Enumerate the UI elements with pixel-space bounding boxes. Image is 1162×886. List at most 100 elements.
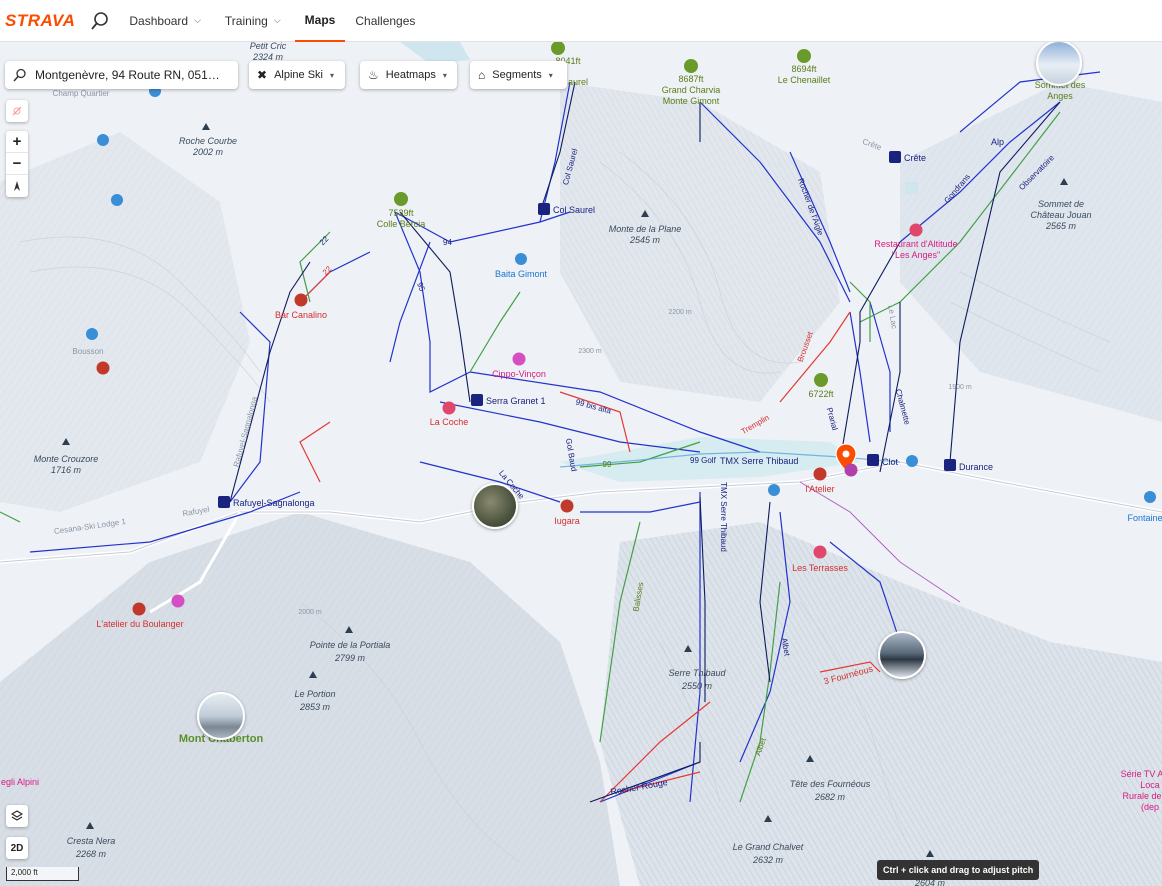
label-monte-crouzore-elev: 1716 m (50, 465, 82, 475)
label-la-coche: La Coche (429, 417, 469, 427)
label-chenaillet-elev: 8694ft (791, 64, 817, 74)
compass-reset-button[interactable] (6, 100, 28, 122)
label-contour-1900: 1900 m (948, 384, 972, 391)
app-root: STRAVA Dashboard ⌵ Training ⌵ Maps Challen… (0, 0, 1162, 886)
label-serie-tv-2: Loca (1140, 780, 1160, 790)
photo-marker[interactable] (472, 483, 518, 529)
label-hut-6722: 6722ft (808, 389, 834, 399)
heatmaps-label: Heatmaps (385, 69, 436, 81)
view-2d-button[interactable]: 2D (6, 837, 28, 859)
zoom-out-button[interactable]: − (6, 153, 28, 175)
label-roche-courbe: Roche Courbe (178, 136, 238, 146)
label-run-94: 94 (443, 238, 452, 247)
label-run-99: 99 (602, 460, 612, 469)
label-bousson: Bousson (72, 347, 104, 356)
layers-icon (11, 810, 23, 821)
label-grand-chalvet-elev: 2632 m (752, 855, 784, 865)
label-contour-2300: 2300 m (578, 348, 602, 355)
label-monte-crouzore: Monte Crouzore (33, 454, 99, 464)
label-les-terrasses: Les Terrasses (792, 563, 848, 573)
label-alp-lift: Alp (991, 137, 1005, 147)
label-monte-plane: Monte de la Plane (608, 224, 682, 234)
compass-icon (14, 181, 20, 191)
photo-marker[interactable] (878, 631, 926, 679)
label-le-portion: Le Portion (294, 689, 336, 699)
label-tete-fourneous-elev: 2682 m (814, 792, 846, 802)
label-restaurant-anges-2: "Les Anges" (891, 250, 941, 260)
location-search-input[interactable]: Montgenèvre, 94 Route RN, 051… (5, 61, 238, 89)
label-chateau-jouan-elev: 2565 m (1045, 221, 1077, 231)
zoom-in-button[interactable]: + (6, 131, 28, 153)
label-crete-lift: Crête (904, 153, 927, 163)
label-grand-chalvet: Le Grand Chalvet (732, 842, 804, 852)
top-nav: STRAVA Dashboard ⌵ Training ⌵ Maps Challen… (0, 0, 1162, 42)
label-restaurant-anges: Restaurant d'Altitude (874, 239, 958, 249)
label-tete-fourneous: Tête des Fournéous (789, 779, 871, 789)
label-le-portion-elev: 2853 m (299, 702, 331, 712)
nav-maps[interactable]: Maps (294, 0, 346, 42)
scale-bar: 2,000 ft (6, 867, 79, 881)
label-degli-alpini: egli Alpini (0, 777, 40, 787)
label-colle-bercia-elev: 7539ft (388, 208, 414, 218)
photo-marker[interactable] (1036, 42, 1082, 86)
label-serra-granet: Serra Granet 1 (486, 396, 546, 406)
north-arrow-button[interactable] (6, 175, 28, 197)
heatmap-icon: ♨ (368, 68, 379, 82)
chevron-down-icon: ▾ (548, 70, 553, 80)
label-serie-tv-4: (dep (1140, 802, 1160, 812)
label-colle-bercia: Colle Bercia (376, 219, 426, 229)
nav-training-label: Training (224, 13, 268, 28)
label-pointe-portiala: Pointe de la Portiala (309, 640, 391, 650)
nav-maps-label: Maps (304, 12, 336, 27)
label-contour-2200: 2200 m (668, 309, 692, 316)
label-monte-gimont: Monte Gimont (662, 96, 720, 106)
label-grand-charvia: Grand Charvia (661, 85, 721, 95)
chevron-down-icon: ▾ (329, 70, 334, 80)
segments-label: Segments (492, 69, 542, 81)
strava-logo[interactable]: STRAVA (5, 11, 75, 31)
location-pin-icon[interactable] (834, 443, 858, 477)
label-cippo-vincon: Cippo-Vinçon (492, 369, 546, 379)
label-tmx-serre-thibaud: TMX Serre Thibaud (720, 456, 799, 466)
label-col-saurel: Col Saurel (553, 205, 596, 215)
label-run-99-golf: 99 Golf (690, 456, 716, 465)
label-baita-gimont: Baita Gimont (494, 269, 548, 279)
label-chenaillet: Le Chenaillet (777, 75, 831, 85)
search-icon (13, 68, 26, 82)
nav-challenges[interactable]: Challenges (345, 0, 425, 42)
label-tmx-serre-thibaud-run: TMX Serre Thibaud (718, 482, 728, 552)
sport-type-dropdown[interactable]: ✖ Alpine Ski ▾ (249, 61, 345, 89)
search-icon[interactable] (89, 10, 111, 32)
layers-button[interactable] (6, 805, 28, 827)
label-contour-2000: 2000 m (298, 609, 322, 616)
photo-marker[interactable] (197, 692, 245, 740)
chevron-down-icon: ▾ (442, 70, 447, 80)
label-cresta-nera: Cresta Nera (66, 836, 116, 846)
map-canvas[interactable]: Montgenèvre, 94 Route RN, 051… ✖ Alpine S… (0, 42, 1162, 886)
label-bar-canalino: Bar Canalino (274, 310, 328, 320)
label-serre-thibaud-elev: 2550 m (681, 681, 713, 691)
label-cresta-nera-elev: 2268 m (75, 849, 107, 859)
label-chateau-jouan-2: Château Jouan (1030, 210, 1092, 220)
label-sommet-anges-2: Anges (1047, 91, 1073, 101)
label-atelier: l'Atelier (805, 484, 835, 494)
label-roche-courbe-elev: 2002 m (192, 147, 224, 157)
label-iugara: Iugara (554, 516, 580, 526)
location-search-value: Montgenèvre, 94 Route RN, 051… (35, 68, 220, 82)
label-hut-top-name: aurel (567, 77, 589, 87)
label-durance: Durance (959, 462, 994, 472)
chevron-down-icon: ⌵ (273, 15, 281, 25)
compass-off-icon (12, 106, 22, 116)
segments-dropdown[interactable]: ⌂ Segments ▾ (470, 61, 567, 89)
label-chateau-jouan: Sommet de (1037, 199, 1085, 209)
heatmaps-dropdown[interactable]: ♨ Heatmaps ▾ (360, 61, 457, 89)
nav-training[interactable]: Training ⌵ (215, 0, 291, 42)
label-clot: Clot (882, 457, 899, 467)
label-charvia-elev: 8687ft (678, 74, 704, 84)
label-serie-tv-3: Rurale de (1122, 791, 1162, 801)
sport-type-label: Alpine Ski (274, 69, 323, 81)
label-serre-thibaud: Serre Thibaud (668, 668, 726, 678)
label-rafuyel-sagnalonga-lift: Rafuyel-Sagnalonga (233, 498, 315, 508)
nav-dashboard[interactable]: Dashboard ⌵ (119, 0, 211, 42)
label-serie-tv: Série TV A (1120, 769, 1162, 779)
